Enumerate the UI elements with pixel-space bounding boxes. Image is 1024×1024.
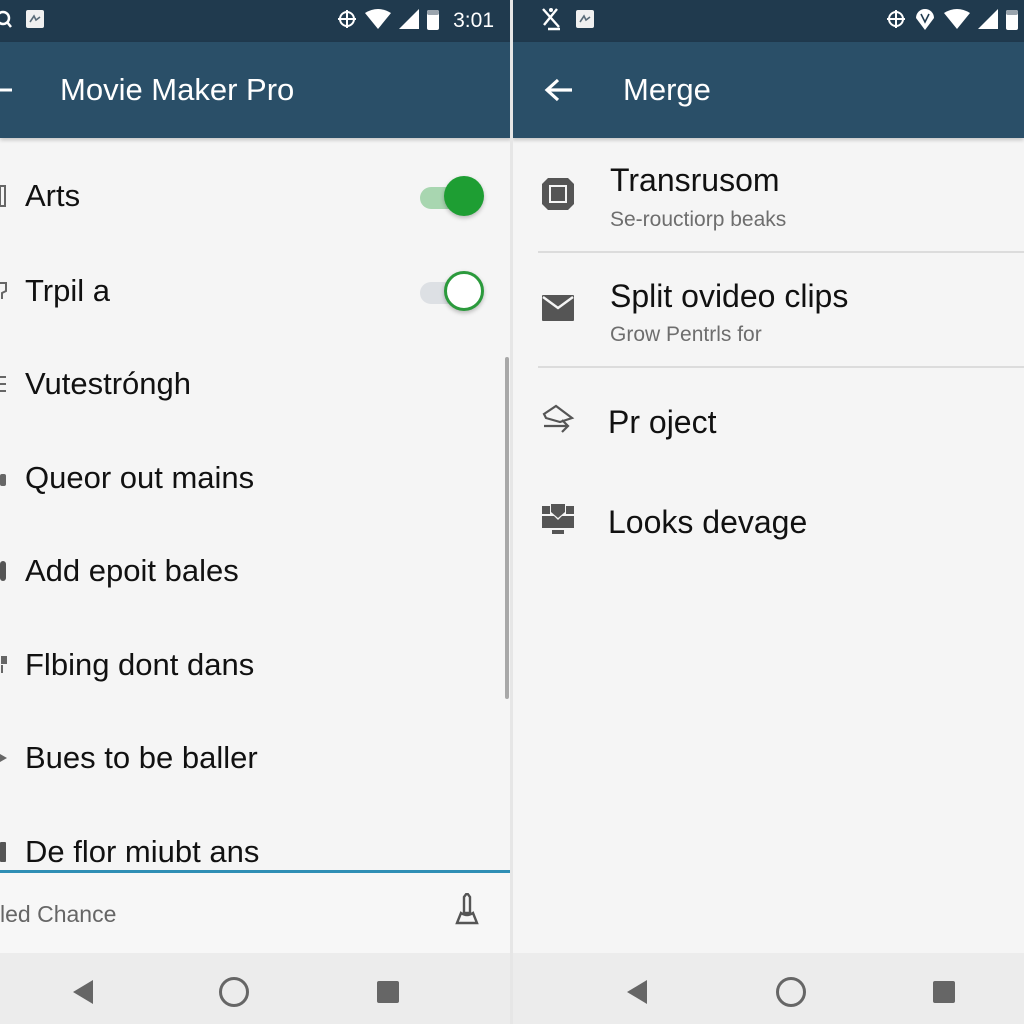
recents-square-icon[interactable]	[927, 975, 961, 1009]
toggle-switch-off[interactable]	[418, 269, 486, 313]
item-icon	[0, 466, 8, 490]
home-circle-icon[interactable]	[217, 975, 251, 1009]
item-title: Transrusom	[610, 162, 780, 198]
switch-thumb	[444, 176, 484, 216]
list-item-label: Queor out mains	[25, 460, 255, 495]
pin-tool-icon[interactable]	[452, 891, 482, 934]
app-title: Merge	[623, 72, 711, 107]
cell-signal-icon	[978, 8, 998, 34]
photo-notification-icon	[576, 9, 594, 33]
home-circle-icon[interactable]	[774, 975, 808, 1009]
list-item-label: Add epoit bales	[25, 553, 239, 588]
list-item-transrusom[interactable]: Transrusom Se-rouctiorp beaks	[512, 140, 1024, 252]
list-item-looks-devage[interactable]: Looks devage	[512, 468, 1024, 568]
list-item-label: Bues to be baller	[25, 740, 258, 775]
app-title: Movie Maker Pro	[60, 72, 295, 107]
item-icon	[0, 184, 8, 208]
wifi-icon	[944, 8, 970, 34]
scrollbar[interactable]	[505, 357, 509, 699]
list-item-label: Arts	[25, 178, 81, 213]
wifi-icon	[365, 8, 392, 34]
system-nav-bar	[512, 953, 1024, 1024]
list-item-flbing[interactable]: Flbing dont dans	[0, 635, 512, 695]
location-pin-icon	[914, 8, 936, 35]
list-item-arts[interactable]: Arts	[0, 166, 512, 226]
right-screen: Merge Transrusom Se-rouctiorp beaks Spli…	[512, 0, 1024, 1024]
app-bar: Merge	[512, 42, 1024, 138]
list-item-queor[interactable]: Queor out mains	[0, 448, 512, 508]
bottom-field-text: led Chance	[0, 901, 117, 927]
back-triangle-icon[interactable]	[620, 975, 654, 1009]
search-icon	[0, 9, 14, 34]
no-running-icon	[540, 7, 564, 36]
left-screen: 3:01 Movie Maker Pro Arts Trpil a Vutest…	[0, 0, 512, 1024]
list-item-trpil[interactable]: Trpil a	[0, 261, 512, 321]
screen-divider	[510, 0, 513, 1024]
list-item-vutestrongh[interactable]: Vutestróngh	[0, 354, 512, 414]
system-nav-bar	[0, 953, 512, 1024]
status-bar	[512, 0, 1024, 42]
item-icon	[0, 746, 8, 770]
item-title: Pr oject	[608, 404, 717, 440]
list-item-label: Flbing dont dans	[25, 647, 255, 682]
status-bar: 3:01	[0, 0, 512, 42]
item-icon	[0, 279, 8, 303]
status-time: 3:01	[453, 9, 494, 32]
app-bar: Movie Maker Pro	[0, 42, 512, 138]
item-subtitle: Se-rouctiorp beaks	[610, 208, 787, 231]
recents-square-icon[interactable]	[371, 975, 405, 1009]
photo-notification-icon	[26, 9, 44, 33]
item-title: Looks devage	[608, 504, 808, 540]
item-title: Split ovideo clips	[610, 278, 849, 314]
toggle-switch-on[interactable]	[418, 174, 486, 218]
switch-thumb	[444, 271, 484, 311]
item-icon	[0, 559, 8, 583]
back-arrow-icon[interactable]	[544, 42, 574, 138]
item-subtitle: Grow Pentrls for	[610, 323, 762, 346]
cell-signal-icon	[399, 8, 420, 34]
list-item-split-video[interactable]: Split ovideo clips Grow Pentrls for	[512, 253, 1024, 367]
back-arrow-icon[interactable]	[0, 42, 14, 138]
dual-screen-container: 3:01 Movie Maker Pro Arts Trpil a Vutest…	[0, 0, 1024, 1024]
list-item-add-epoit[interactable]: Add epoit bales	[0, 541, 512, 601]
gps-icon	[337, 9, 357, 34]
back-triangle-icon[interactable]	[66, 975, 100, 1009]
share-arrow-icon	[540, 404, 576, 440]
list-item-project[interactable]: Pr oject	[512, 368, 1024, 468]
battery-icon	[1006, 8, 1018, 35]
item-icon	[0, 372, 8, 396]
battery-icon	[427, 8, 440, 35]
item-icon	[0, 840, 8, 864]
mail-icon	[540, 291, 576, 327]
item-icon	[0, 653, 8, 677]
inbox-tray-icon	[540, 502, 576, 538]
list-item-label: Vutestróngh	[25, 366, 192, 401]
gps-icon	[886, 9, 906, 34]
list-item-label: Trpil a	[25, 273, 110, 308]
list-item-bues[interactable]: Bues to be baller	[0, 728, 512, 788]
bottom-input-row[interactable]: led Chance	[0, 873, 512, 953]
stop-square-icon	[540, 176, 576, 212]
list-item-label: De flor miubt ans	[25, 834, 260, 869]
